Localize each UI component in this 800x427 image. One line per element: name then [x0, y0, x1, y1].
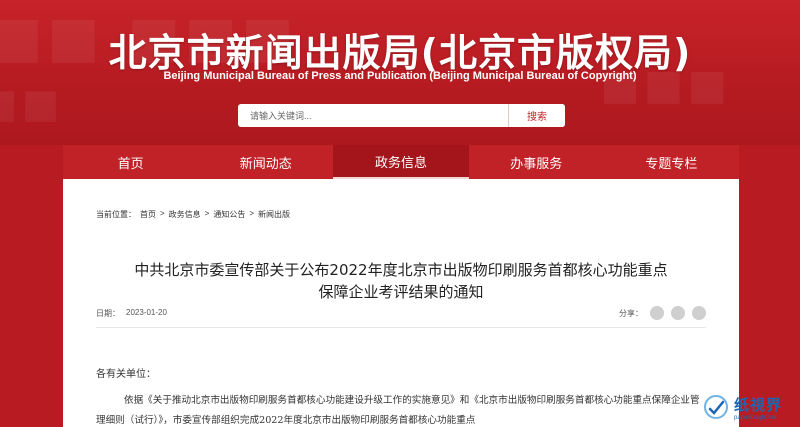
divider [96, 327, 706, 328]
watermark-name: 纸視界 [734, 395, 783, 414]
share-weibo-icon[interactable] [671, 306, 685, 320]
share-label: 分享： [619, 308, 643, 318]
article-title-line2: 保障企业考评结果的通知 [318, 283, 484, 301]
date-label: 日期： [96, 308, 120, 318]
nav-item-news[interactable]: 新闻动态 [198, 145, 333, 179]
breadcrumb-separator: > [204, 209, 210, 218]
breadcrumb-prefix: 当前位置： [96, 210, 136, 219]
breadcrumb-link-notices[interactable]: 通知公告 [213, 209, 245, 220]
breadcrumb-separator: > [249, 209, 255, 218]
nav-item-services[interactable]: 办事服务 [469, 145, 604, 179]
watermark-leaf-icon [704, 395, 728, 419]
article-paragraph: 依据《关于推动北京市出版物印刷服务首都核心功能建设升级工作的实施意见》和《北京市… [96, 395, 700, 426]
main-nav: 首页 新闻动态 政务信息 办事服务 专题专栏 [63, 145, 739, 179]
banner-decoration: ■■ [0, 80, 64, 127]
search-bar: 搜索 [238, 104, 565, 127]
article-title-line1: 中共北京市委宣传部关于公布2022年度北京市出版物印刷服务首都核心功能重点 [134, 261, 668, 279]
nav-item-special-topics[interactable]: 专题专栏 [604, 145, 739, 179]
watermark-url: paperinsight.net [734, 414, 777, 421]
breadcrumb-link-home[interactable]: 首页 [140, 209, 156, 220]
share-bar: 分享： [619, 306, 706, 320]
watermark-text: 纸視界 paperinsight.net [734, 394, 782, 421]
breadcrumb-separator: > [160, 209, 165, 218]
site-title: 北京市新闻出版局(北京市版权局) [108, 31, 692, 75]
breadcrumb-link-press[interactable]: 新闻出版 [258, 209, 290, 220]
header-banner: ■■ ■■■ ■■■ ■■ 北京市新闻出版局(北京市版权局) Beijing M… [0, 0, 800, 145]
article-meta: 日期： 2023-01-20 分享： [96, 305, 706, 321]
breadcrumb: 当前位置： 首页 > 政务信息 > 通知公告 > 新闻出版 [96, 209, 290, 220]
article-panel: 当前位置： 首页 > 政务信息 > 通知公告 > 新闻出版 中共北京市委宣传部关… [63, 179, 739, 427]
watermark-logo: 纸視界 paperinsight.net [702, 387, 800, 427]
publish-date: 日期： 2023-01-20 [96, 308, 619, 319]
nav-item-government-info[interactable]: 政务信息 [333, 145, 469, 179]
article-salutation: 各有关单位： [96, 369, 156, 380]
nav-item-home[interactable]: 首页 [63, 145, 198, 179]
date-value: 2023-01-20 [126, 307, 167, 317]
article-title: 中共北京市委宣传部关于公布2022年度北京市出版物印刷服务首都核心功能重点 保障… [63, 259, 739, 303]
share-qq-icon[interactable] [692, 306, 706, 320]
breadcrumb-link-government-info[interactable]: 政务信息 [169, 209, 201, 220]
site-subtitle: Beijing Municipal Bureau of Press and Pu… [163, 70, 637, 82]
share-wechat-icon[interactable] [650, 306, 664, 320]
search-button[interactable]: 搜索 [508, 104, 565, 127]
search-input[interactable] [238, 104, 508, 127]
